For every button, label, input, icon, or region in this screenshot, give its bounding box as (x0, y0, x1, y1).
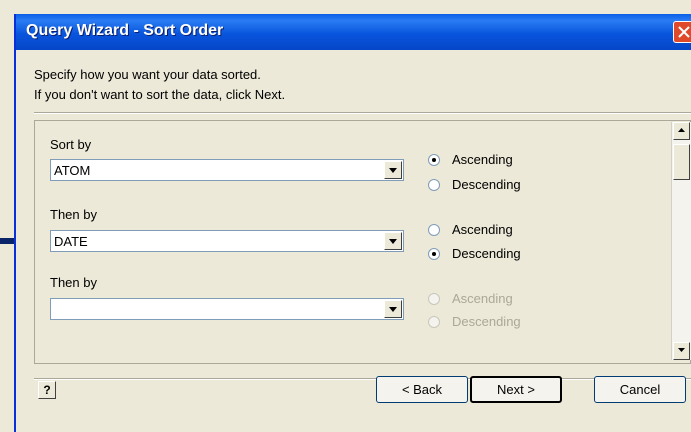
instruction-line-2: If you don't want to sort the data, clic… (34, 87, 286, 102)
separator (34, 378, 691, 380)
then-by-2-descending-label: Descending (452, 314, 521, 329)
then-by-2-ascending-radio[interactable] (428, 293, 440, 305)
background-selection-bar (0, 238, 14, 244)
close-button[interactable] (673, 21, 691, 43)
chevron-up-icon (678, 128, 685, 132)
next-button[interactable]: Next > (470, 376, 562, 403)
title-bar[interactable]: Query Wizard - Sort Order (16, 14, 691, 50)
then-by-1-descending-radio[interactable] (428, 248, 440, 260)
then-by-1-ascending-radio[interactable] (428, 224, 440, 236)
then-by-1-descending-label: Descending (452, 246, 521, 261)
help-button[interactable]: ? (38, 381, 56, 399)
cancel-button[interactable]: Cancel (594, 376, 686, 403)
help-icon: ? (43, 383, 51, 397)
then-by-1-field-value: DATE (54, 234, 88, 249)
separator (34, 112, 691, 114)
sort-by-dropdown-button[interactable] (384, 161, 402, 179)
background-window-edge (0, 0, 691, 14)
then-by-1-dropdown-button[interactable] (384, 232, 402, 250)
chevron-down-icon (678, 348, 685, 352)
scroll-down-button[interactable] (673, 342, 690, 360)
chevron-down-icon (389, 239, 397, 244)
then-by-2-field-select[interactable] (50, 298, 404, 320)
back-button[interactable]: < Back (376, 376, 468, 403)
chevron-down-icon (389, 307, 397, 312)
sort-by-field-value: ATOM (54, 163, 91, 178)
background-window-panel (0, 14, 14, 432)
then-by-2-dropdown-button[interactable] (384, 300, 402, 318)
sort-by-field-select[interactable]: ATOM (50, 159, 404, 181)
then-by-2-descending-radio[interactable] (428, 316, 440, 328)
scroll-up-button[interactable] (673, 122, 690, 140)
vertical-scrollbar[interactable] (671, 122, 691, 360)
chevron-down-icon (389, 168, 397, 173)
close-icon (678, 26, 690, 38)
dialog-title: Query Wizard - Sort Order (26, 22, 224, 39)
instruction-line-1: Specify how you want your data sorted. (34, 67, 261, 82)
sort-by-ascending-label: Ascending (452, 152, 513, 167)
then-by-2-ascending-label: Ascending (452, 291, 513, 306)
scrollbar-thumb[interactable] (673, 144, 690, 180)
then-by-1-field-select[interactable]: DATE (50, 230, 404, 252)
sort-by-descending-label: Descending (452, 177, 521, 192)
then-by-2-label: Then by (50, 275, 97, 290)
sort-by-ascending-radio[interactable] (428, 154, 440, 166)
sort-by-descending-radio[interactable] (428, 179, 440, 191)
query-wizard-dialog: Query Wizard - Sort Order Specify how yo… (14, 14, 691, 432)
then-by-1-ascending-label: Ascending (452, 222, 513, 237)
sort-by-label: Sort by (50, 137, 92, 152)
then-by-1-label: Then by (50, 207, 97, 222)
